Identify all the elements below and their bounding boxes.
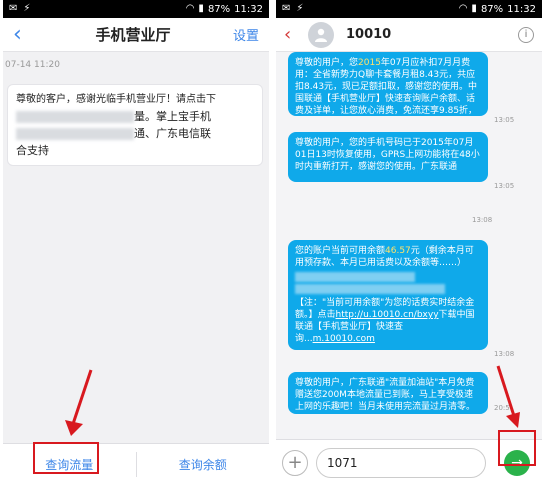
notification-icon: ✉ (282, 3, 291, 14)
status-bar: ✉ ⚡ ◠ ▮ 87% 11:32 (276, 0, 542, 18)
highlight-box (498, 430, 536, 466)
plus-icon[interactable]: + (282, 449, 308, 476)
message-line: 量。掌上宝手机 (16, 108, 254, 125)
red-arrow-icon (65, 369, 93, 436)
page-title: 手机营业厅 (95, 26, 171, 44)
screenshot: ✉ ⚡ ◠ ▮ 87% 11:32 ‹ 手机营业厅 设置 07-14 11:20 … (0, 0, 545, 485)
signal-icon: ▮ (198, 3, 204, 14)
message-line: 合支持 (16, 144, 49, 157)
clock: 11:32 (234, 3, 263, 15)
conversation-header: ‹ 10010 i (276, 18, 542, 52)
battery-level: 87% (480, 3, 504, 15)
wifi-icon: ◠ (185, 3, 195, 14)
wifi-icon: ◠ (458, 3, 468, 14)
message-line: 通、广东电信联 (16, 125, 254, 142)
usb-icon: ⚡ (23, 3, 31, 14)
person-icon (315, 28, 327, 42)
message-time: 13:05 (494, 182, 515, 190)
sms-message: 尊敬的用户，您的手机号码已于2015年07月01日13时恢复使用，GPRS上网功… (288, 132, 488, 182)
highlight-box (33, 442, 99, 474)
usb-icon: ⚡ (296, 3, 304, 14)
notification-icon: ✉ (9, 3, 18, 14)
chevron-left-icon[interactable]: ‹ (284, 24, 302, 45)
link[interactable]: http://u.10010.cn/bxyy (336, 310, 439, 320)
message-time: 13:08 (472, 216, 493, 224)
welcome-message: 尊敬的客户，感谢光临手机营业厅！请点击下 量。掌上宝手机 通、广东电信联 合支持 (7, 84, 263, 166)
info-icon[interactable]: i (518, 26, 534, 43)
signal-icon: ▮ (471, 3, 477, 14)
settings-button[interactable]: 设置 (233, 25, 259, 44)
message-timestamp: 07-14 11:20 (5, 60, 60, 70)
red-arrow-icon (496, 365, 520, 428)
battery-level: 87% (207, 3, 231, 15)
sms-message: 尊敬的用户，您2015年07月应补扣7月月费用：全省新势力Q聊卡套餐月租8.43… (288, 52, 488, 116)
left-phone: ✉ ⚡ ◠ ▮ 87% 11:32 ‹ 手机营业厅 设置 07-14 11:20 … (3, 0, 269, 485)
contact-number: 10010 (346, 27, 392, 42)
message-line: 尊敬的客户，感谢光临手机营业厅！请点击下 (16, 94, 216, 105)
link[interactable]: m.10010.com (313, 334, 375, 344)
message-input[interactable]: 1071 (316, 447, 486, 478)
status-bar: ✉ ⚡ ◠ ▮ 87% 11:32 (3, 0, 269, 18)
message-time: 13:08 (494, 350, 515, 358)
app-header: ‹ 手机营业厅 设置 (3, 18, 269, 52)
sms-message: 尊敬的用户，广东联通"流量加油站"本月免费赠送您200M本地流量已到账，马上享受… (288, 372, 488, 414)
query-balance-button[interactable]: 查询余额 (137, 444, 270, 485)
clock: 11:32 (507, 3, 536, 15)
sms-message: 您的账户当前可用余额46.57元（剩余本月可用预存款、本月已用话费以及余额等……… (288, 240, 488, 350)
avatar (308, 21, 334, 48)
right-phone: ✉ ⚡ ◠ ▮ 87% 11:32 ‹ 10010 i 尊敬的用户，您2015年0… (276, 0, 542, 485)
message-time: 13:05 (494, 116, 515, 124)
chevron-left-icon[interactable]: ‹ (13, 23, 33, 46)
